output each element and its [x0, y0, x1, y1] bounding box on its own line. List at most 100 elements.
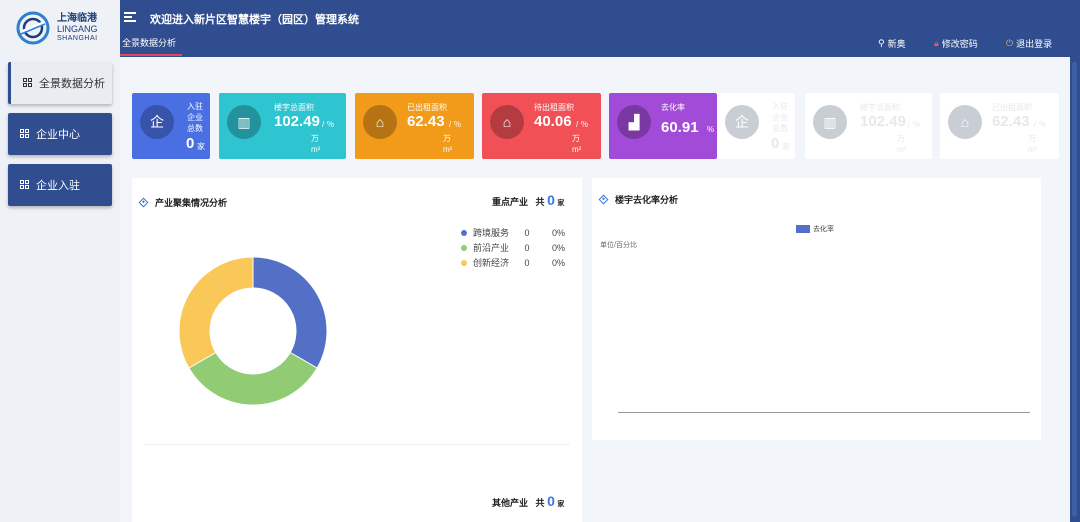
change-password-link[interactable]: 🔒︎ 修改密码: [934, 37, 978, 50]
card-label: 已出租面积: [992, 103, 1032, 112]
logo-cn: 上海临港: [57, 13, 97, 24]
lock-icon: 🔒︎: [934, 38, 939, 48]
grid-icon: [20, 129, 30, 139]
house-icon: ⌂: [948, 105, 982, 139]
card-unit: m²: [443, 145, 453, 154]
legend-label: 前沿产业: [473, 243, 510, 253]
other-industry-count: 其他产业 共 0 家: [492, 493, 564, 509]
legend-dot: [461, 259, 467, 266]
card-unit: m²: [572, 145, 582, 154]
card-unit: / ％: [1034, 120, 1047, 129]
logout-link[interactable]: ⏻ 退出登录: [1006, 37, 1052, 50]
enterprise-icon: 企: [725, 105, 759, 139]
card-value: 62.43: [407, 113, 445, 130]
legend-item[interactable]: 创新经济 0 0%: [461, 256, 565, 269]
sidebar-item-label: 全景数据分析: [39, 78, 105, 90]
key-industry-total: 0: [547, 192, 555, 208]
main-content: 企 入驻 企业 总数 0 家 ▥ 楼宇总面积 102.49 / ％ 万 m² ⌂…: [120, 57, 1070, 522]
key-industry-label: 重点产业: [492, 197, 529, 207]
sidebar-item-label: 企业中心: [36, 129, 80, 141]
legend-label: 创新经济: [473, 258, 510, 268]
card-label: 楼宇总面积: [860, 103, 900, 112]
card-label-line: 入驻: [772, 102, 788, 111]
card-value: 102.49: [860, 113, 906, 130]
card-label: 已出租面积: [407, 103, 447, 112]
user-link[interactable]: ⚲ 新奥: [878, 37, 906, 50]
industry-donut-chart: [178, 256, 328, 406]
card-value: 40.06: [534, 113, 572, 130]
legend-item[interactable]: 前沿产业 0 0%: [461, 241, 565, 254]
house-key-icon: ⌂: [490, 105, 524, 139]
header: 欢迎进入新片区智慧楼宇（园区）管理系统 全景数据分析 ⚲ 新奥 🔒︎ 修改密码 …: [120, 0, 1080, 57]
donut-slice-2[interactable]: [178, 256, 254, 369]
other-industry-total: 0: [547, 493, 555, 509]
legend-percent: 0%: [551, 227, 565, 238]
card-unit: 家: [197, 142, 205, 151]
legend-item[interactable]: 去化率: [796, 224, 834, 234]
legend-swatch: [796, 225, 810, 233]
sidebar-item-enterprise-center[interactable]: 企业中心: [8, 113, 112, 155]
grid-icon: [20, 180, 30, 190]
card-label-line: 总数: [187, 124, 203, 133]
menu-icon[interactable]: [124, 12, 136, 22]
card-unit: m²: [311, 145, 321, 154]
other-industry-label: 其他产业: [492, 498, 529, 508]
other-industry-unit: 家: [557, 501, 565, 508]
card-value: 102.49: [274, 113, 320, 130]
scrollbar[interactable]: [1070, 57, 1080, 522]
legend-label: 跨境服务: [473, 228, 510, 238]
card-value: 0: [186, 135, 195, 152]
house-icon: ⌂: [363, 105, 397, 139]
stat-card-rented-area: ⌂ 已出租面积 62.43 / ％ 万 m²: [355, 93, 474, 159]
sidebar-item-enterprise-entry[interactable]: 企业入驻: [8, 164, 112, 206]
legend-value: 0: [524, 242, 530, 253]
ghost-card: ⌂ 已出租面积 62.43 / ％ 万 m²: [940, 93, 1059, 159]
user-icon: ⚲: [878, 38, 885, 48]
card-label-line: 入驻: [187, 102, 203, 111]
y-axis-unit: 单位/百分比: [600, 242, 637, 249]
card-unit: 万: [1028, 134, 1036, 143]
card-unit: m²: [897, 145, 907, 154]
change-password-label: 修改密码: [941, 39, 978, 49]
legend-value: 0: [524, 227, 530, 238]
legend-item[interactable]: 跨境服务 0 0%: [461, 226, 565, 239]
stat-card-absorption-rate: ▟ 去化率 60.91 %: [609, 93, 717, 159]
card-label: 去化率: [661, 103, 685, 112]
stat-card-enterprise-count: 企 入驻 企业 总数 0 家: [132, 93, 210, 159]
ghost-card: 企 入驻 企业 总数 0 家: [717, 93, 795, 159]
card-label: 楼宇总面积: [274, 103, 314, 112]
user-name: 新奥: [887, 39, 906, 49]
total-prefix: 共: [535, 197, 545, 207]
card-label-line: 企业: [187, 113, 203, 122]
card-value: 60.91: [661, 119, 699, 136]
legend-value: 0: [524, 257, 530, 268]
donut-slice-1[interactable]: [188, 351, 318, 406]
card-unit: 万: [443, 134, 451, 143]
tab-overview[interactable]: 全景数据分析: [120, 36, 178, 49]
industry-title: 产业聚集情况分析: [155, 198, 228, 208]
logo: 上海临港 LINGANG SHANGHAI: [15, 10, 115, 48]
card-unit: %: [707, 125, 715, 134]
stat-card-total-area: ▥ 楼宇总面积 102.49 / ％ 万 m²: [219, 93, 346, 159]
key-industry-count: 重点产业 共 0 家: [492, 192, 564, 208]
donut-slice-0[interactable]: [252, 256, 328, 369]
legend-percent: 0%: [551, 257, 565, 268]
grid-icon: [23, 78, 33, 88]
sidebar-item-overview[interactable]: 全景数据分析: [8, 62, 112, 104]
card-label-line: 总数: [772, 124, 788, 133]
card-unit: / ％: [449, 120, 462, 129]
card-label-line: 企业: [772, 113, 788, 122]
sidebar-item-label: 企业入驻: [36, 180, 80, 192]
total-prefix: 共: [535, 498, 545, 508]
card-unit: / ％: [908, 120, 921, 129]
card-unit: 万: [572, 134, 580, 143]
logo-en: LINGANG: [57, 24, 98, 34]
power-icon: ⏻: [1006, 38, 1014, 48]
scrollbar-thumb[interactable]: [1072, 62, 1077, 517]
legend-label: 去化率: [813, 226, 834, 233]
card-label: 待出租面积: [534, 103, 574, 112]
legend-dot: [461, 229, 467, 236]
page-title: 欢迎进入新片区智慧楼宇（园区）管理系统: [150, 14, 359, 26]
card-unit: 万: [897, 134, 905, 143]
card-unit: m²: [1028, 145, 1038, 154]
